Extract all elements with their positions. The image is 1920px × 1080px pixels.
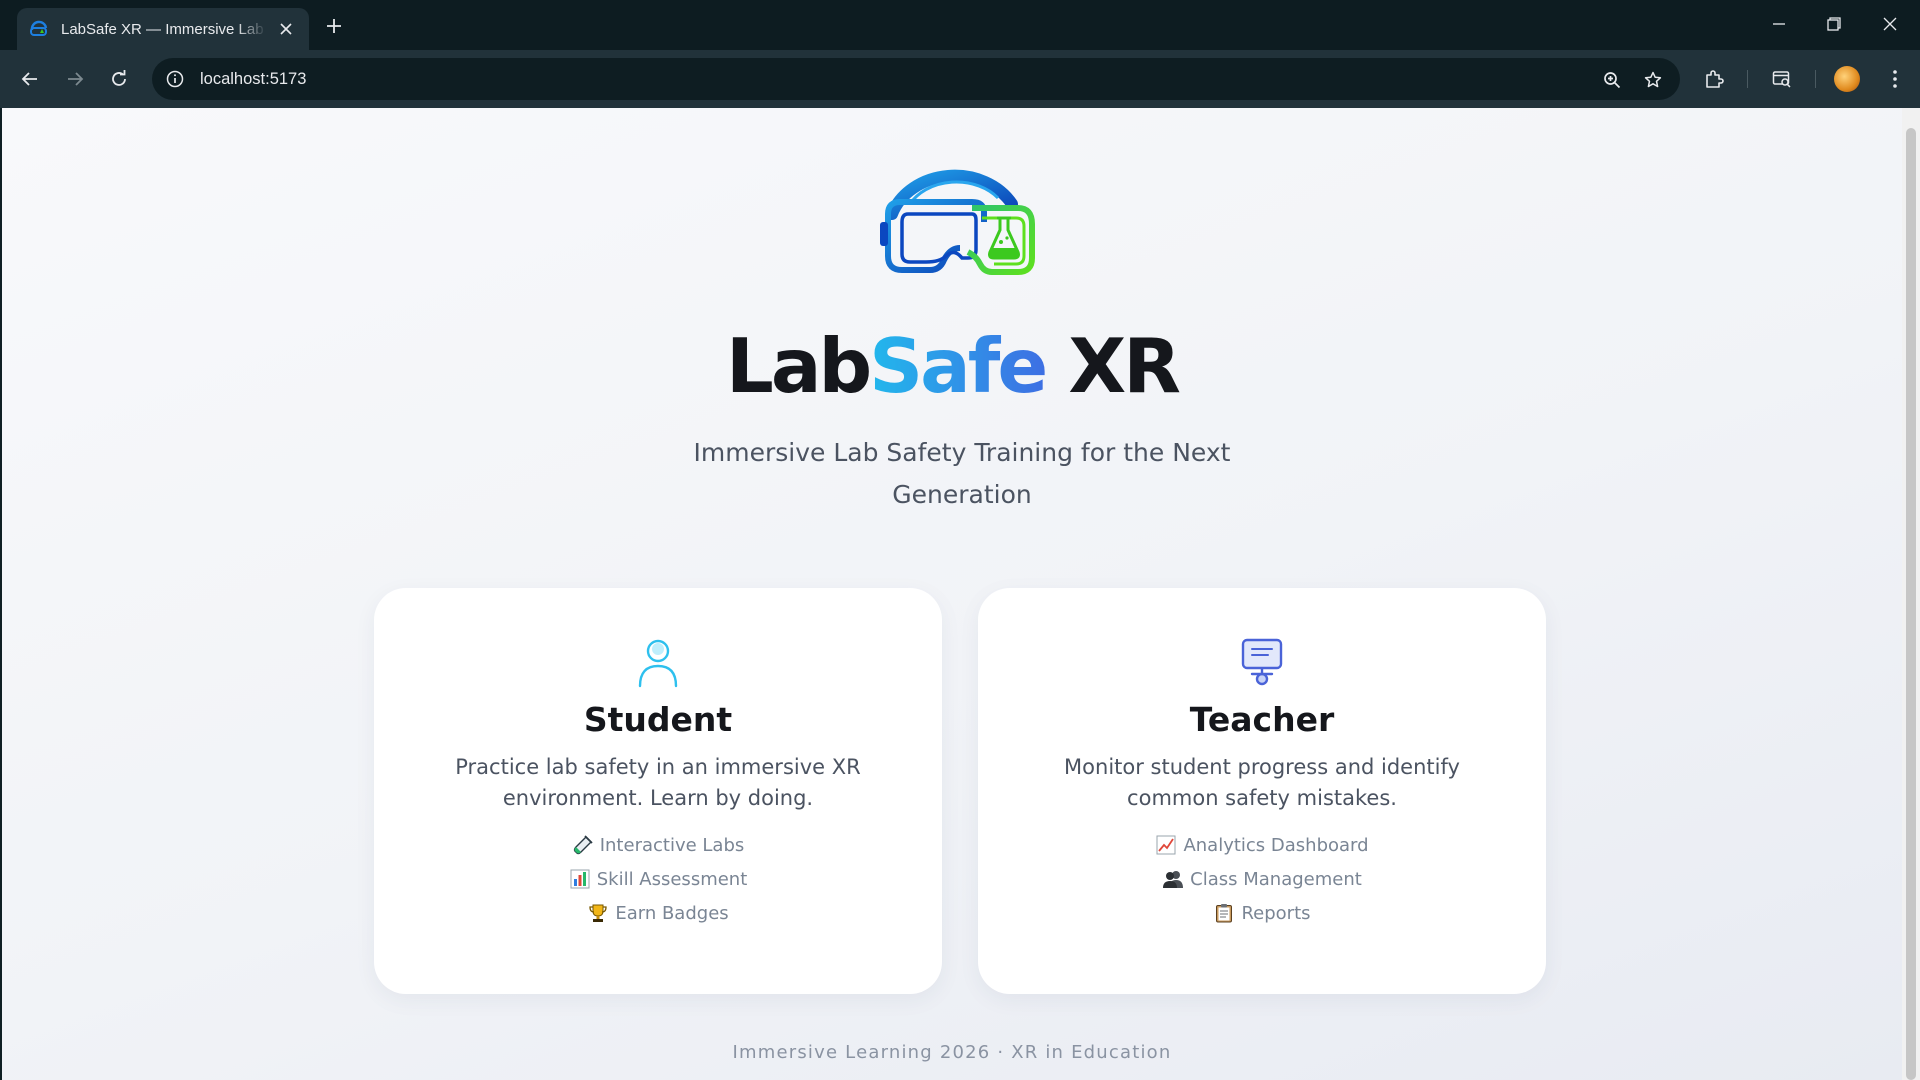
teacher-role-card[interactable]: Teacher Monitor student progress and ide…	[978, 588, 1546, 994]
site-info-icon[interactable]	[164, 68, 186, 90]
student-feature-list: Interactive Labs Skill Assessment Earn B…	[374, 828, 942, 930]
feature-interactive-labs: Interactive Labs	[374, 828, 942, 862]
brand-xr: XR	[1045, 322, 1181, 410]
teacher-presentation-icon	[1241, 638, 1283, 686]
feature-label: Analytics Dashboard	[1183, 834, 1369, 856]
forward-arrow-icon[interactable]	[59, 63, 91, 95]
zoom-icon[interactable]	[1599, 67, 1625, 93]
feature-label: Interactive Labs	[599, 834, 745, 856]
labsafe-favicon-icon	[30, 20, 48, 36]
browser-toolbar: localhost:5173	[0, 50, 1920, 108]
menu-kebab-icon[interactable]	[1880, 64, 1910, 94]
bar-chart-icon	[569, 868, 591, 890]
tagline: Immersive Lab Safety Training for the Ne…	[693, 438, 1231, 509]
scrollbar-thumb[interactable]	[1906, 128, 1916, 1080]
student-role-card[interactable]: Student Practice lab safety in an immers…	[374, 588, 942, 994]
new-tab-icon[interactable]	[320, 12, 348, 40]
extensions-icon[interactable]	[1699, 64, 1729, 94]
student-user-icon	[638, 639, 678, 688]
back-arrow-icon[interactable]	[14, 63, 46, 95]
minimize-icon[interactable]	[1759, 8, 1799, 40]
teacher-feature-list: Analytics Dashboard Class Management Rep…	[978, 828, 1546, 930]
close-window-icon[interactable]	[1870, 8, 1910, 40]
brand-safe: Safe	[869, 322, 1048, 410]
profile-avatar[interactable]	[1834, 66, 1860, 92]
brand-title: LabSafe XR	[2, 322, 1902, 410]
address-bar[interactable]: localhost:5173	[152, 58, 1680, 100]
tab-close-icon[interactable]	[275, 18, 297, 40]
url-text: localhost:5173	[200, 69, 307, 88]
brand-lab: Lab	[726, 322, 872, 410]
student-card-title: Student	[583, 700, 733, 739]
teacher-card-description: Monitor student progress and identify co…	[1064, 755, 1460, 810]
toolbar-divider	[1815, 70, 1816, 88]
teacher-card-title: Teacher	[1189, 700, 1335, 739]
student-card-description: Practice lab safety in an immersive XR e…	[455, 755, 861, 810]
feature-earn-badges: Earn Badges	[374, 896, 942, 930]
toolbar-divider	[1747, 70, 1748, 88]
clipboard-icon	[1213, 902, 1235, 924]
line-chart-icon	[1155, 834, 1177, 856]
test-tube-icon	[572, 834, 594, 856]
restore-icon[interactable]	[1814, 8, 1854, 40]
tab-search-icon[interactable]	[1767, 64, 1797, 94]
feature-class-management: Class Management	[978, 862, 1546, 896]
feature-label: Reports	[1241, 902, 1311, 924]
tab-title: LabSafe XR — Immersive Lab Safety Traini…	[61, 20, 267, 38]
users-icon	[1162, 868, 1184, 890]
feature-label: Skill Assessment	[596, 868, 748, 890]
reload-icon[interactable]	[103, 63, 135, 95]
feature-label: Earn Badges	[615, 902, 729, 924]
browser-titlebar: LabSafe XR — Immersive Lab Safety Traini…	[0, 0, 1920, 50]
feature-skill-assessment: Skill Assessment	[374, 862, 942, 896]
feature-reports: Reports	[978, 896, 1546, 930]
page-viewport: LabSafe XR Immersive Lab Safety Training…	[2, 108, 1902, 1080]
browser-tab[interactable]: LabSafe XR — Immersive Lab Safety Traini…	[17, 8, 309, 50]
feature-label: Class Management	[1190, 868, 1362, 890]
trophy-icon	[587, 902, 609, 924]
feature-analytics-dashboard: Analytics Dashboard	[978, 828, 1546, 862]
page-footer: Immersive Learning 2026 · XR in Educatio…	[732, 1042, 1172, 1063]
vr-goggles-flask-logo	[880, 169, 1035, 275]
bookmark-star-icon[interactable]	[1640, 67, 1666, 93]
